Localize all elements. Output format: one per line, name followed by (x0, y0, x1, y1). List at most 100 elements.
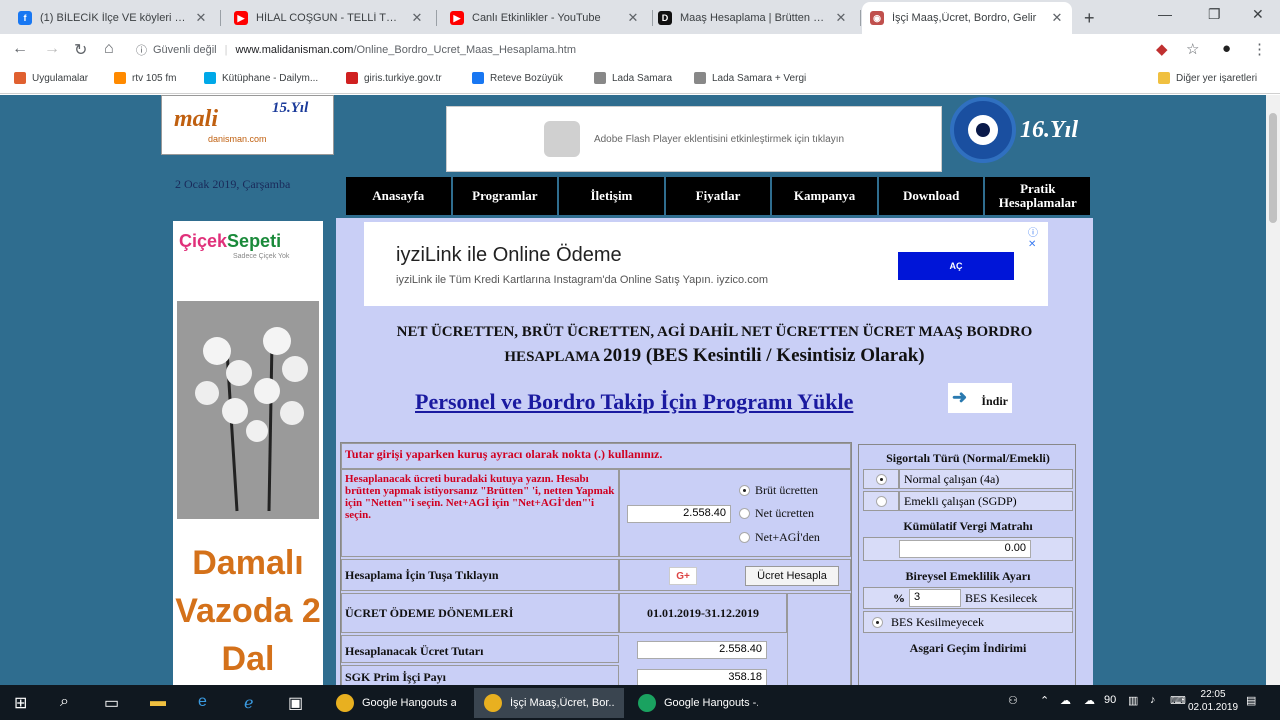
bookmark-item[interactable]: Lada Samara + Vergi (694, 72, 806, 84)
bookmark-item[interactable]: Reteve Bozüyük (472, 72, 563, 84)
ie-icon[interactable]: ℯ (244, 693, 253, 713)
download-program-link[interactable]: Personel ve Bordro Takip İçin Programı Y… (415, 389, 853, 415)
bookmark-item[interactable]: Uygulamalar (14, 72, 88, 84)
bookmark-icon (346, 72, 358, 84)
minimize-icon[interactable]: — (1158, 6, 1172, 22)
left-ad-banner[interactable]: ÇiçekSepeti Sadece Çiçek Yok Damalı Vazo… (173, 221, 323, 685)
task-view-icon[interactable]: ▭ (104, 693, 119, 713)
ad-tagline: Sadece Çiçek Yok (233, 253, 290, 260)
emekli-radio-box[interactable] (863, 491, 899, 511)
kumulatif-input[interactable]: 0.00 (899, 540, 1031, 558)
ad-title: iyziLink ile Online Ödeme (396, 244, 622, 266)
notifications-icon[interactable]: ▤ (1246, 694, 1256, 707)
nav-item-6[interactable]: Download (879, 177, 986, 215)
ad-headline: Damalı Vazoda 2 Dal (175, 544, 321, 678)
app-label: Google Hangouts -... (664, 697, 758, 709)
search-icon[interactable]: ⌕ (60, 693, 69, 711)
tab-title: HİLAL COŞGUN - TELLİ TURNA (256, 12, 404, 24)
tray-badge[interactable]: 90 (1104, 694, 1116, 706)
radio-brut-dot[interactable] (739, 485, 750, 496)
bes-kesilmeyecek-radio[interactable] (872, 617, 883, 628)
menu-icon[interactable]: ⋮ (1252, 40, 1267, 58)
nav-item-5[interactable]: Kampanya (772, 177, 879, 215)
tab-1[interactable]: f (1) BİLECİK İlçe VE köyleri da... ✕ (10, 2, 216, 34)
amount-input[interactable]: 2.558.40 (627, 505, 731, 523)
normal-radio[interactable] (876, 474, 887, 485)
tab-close-icon[interactable]: ✕ (194, 10, 208, 26)
bookmark-label: Kütüphane - Dailym... (222, 72, 319, 84)
site-logo[interactable]: mali 15.Yıl danisman.com (161, 95, 334, 155)
taskbar-clock[interactable]: 22:05 02.01.2019 (1188, 688, 1238, 714)
gplus-button[interactable]: G+ (669, 567, 697, 585)
maximize-icon[interactable]: ❐ (1208, 6, 1221, 23)
bookmark-star-icon[interactable]: ☆ (1186, 40, 1199, 58)
nav-item-7[interactable]: Pratik Hesaplamalar (985, 177, 1090, 215)
keyboard-icon[interactable]: ⌨ (1170, 694, 1186, 707)
ad-open-button[interactable]: AÇ (898, 252, 1014, 280)
emekli-radio[interactable] (876, 496, 887, 507)
iyzi-ad[interactable]: iyziLink ile Online Ödeme iyziLink ile T… (364, 222, 1048, 306)
sgk-input[interactable]: 358.18 (637, 669, 767, 685)
taskbar-app-1[interactable]: Google Hangouts a... (326, 688, 466, 718)
wage-input[interactable]: 2.558.40 (637, 641, 767, 659)
bookmark-item[interactable]: Lada Samara (594, 72, 672, 84)
bes-input[interactable]: 3 (909, 589, 961, 607)
nav-item-4[interactable]: Fiyatlar (666, 177, 773, 215)
taskbar-app-2[interactable]: İşçi Maaş,Ücret, Bor... (474, 688, 624, 718)
tab-close-icon[interactable]: ✕ (626, 10, 640, 26)
evil-eye-logo (950, 97, 1016, 163)
extension-icon[interactable]: ◆ (1156, 40, 1168, 58)
tab-4[interactable]: D Maaş Hesaplama | Brütten Ne... ✕ (650, 2, 856, 34)
bookmark-item[interactable]: Kütüphane - Dailym... (204, 72, 318, 84)
tab-3[interactable]: ▶ Canlı Etkinlikler - YouTube ✕ (442, 2, 648, 34)
other-bookmarks[interactable]: Diğer yer işaretleri (1158, 72, 1257, 84)
windows-start-icon[interactable]: ⊞ (14, 693, 27, 713)
new-tab-button[interactable]: + (1084, 8, 1095, 29)
instructions-text: Hesaplanacak ücreti buradaki kutuya yazı… (341, 469, 619, 557)
file-explorer-icon[interactable]: ▬ (150, 693, 166, 711)
tab-2[interactable]: ▶ HİLAL COŞGUN - TELLİ TURNA ✕ (226, 2, 432, 34)
bes-kesilmeyecek-label: BES Kesilmeyecek (891, 615, 984, 629)
tab-5[interactable]: ◉ İşçi Maaş,Ücret, Bordro, Gelir ✕ (862, 2, 1072, 34)
forward-icon[interactable]: → (44, 40, 60, 58)
heading-line2: HESAPLAMA 2019 (BES Kesintili / Kesintis… (336, 344, 1093, 369)
scroll-thumb[interactable] (1269, 113, 1277, 223)
bookmark-item[interactable]: rtv 105 fm (114, 72, 176, 84)
flash-placeholder[interactable]: Adobe Flash Player eklentisini etkinleşt… (446, 106, 942, 172)
page-scrollbar[interactable] (1266, 95, 1280, 685)
taskbar-app-3[interactable]: Google Hangouts -... (628, 688, 768, 718)
nav-item-1[interactable]: Anasayfa (346, 177, 453, 215)
volume-icon[interactable]: ♪ (1150, 694, 1156, 706)
radio-netagi[interactable]: Net+AGİ'den (739, 530, 820, 545)
nav-item-2[interactable]: Programlar (453, 177, 560, 215)
bookmark-item[interactable]: giris.turkiye.gov.tr (346, 72, 442, 84)
edge-icon[interactable]: e (198, 693, 207, 711)
reload-icon[interactable]: ↻ (74, 40, 87, 60)
cloud-icon[interactable]: ☁ (1084, 694, 1095, 707)
tab-close-icon[interactable]: ✕ (834, 10, 848, 26)
address-bar[interactable]: ⓘ Güvenli değil | www.malidanisman.com /… (136, 39, 1140, 61)
onedrive-icon[interactable]: ☁ (1060, 694, 1071, 707)
normal-radio-box[interactable] (863, 469, 899, 489)
tab-close-icon[interactable]: ✕ (410, 10, 424, 26)
close-window-icon[interactable]: ✕ (1252, 6, 1264, 23)
back-icon[interactable]: ← (12, 40, 28, 58)
tab-close-icon[interactable]: ✕ (1050, 10, 1064, 26)
radio-netagi-dot[interactable] (739, 532, 750, 543)
download-button[interactable]: ➜ İndir (948, 383, 1012, 413)
radio-net[interactable]: Net ücretten (739, 506, 814, 521)
profile-avatar[interactable]: ● (1222, 40, 1231, 57)
nav-item-3[interactable]: İletişim (559, 177, 666, 215)
radio-brut[interactable]: Brüt ücretten (739, 483, 818, 498)
ad-close-icon[interactable]: ⓘ ✕ (1028, 224, 1048, 250)
calculate-button[interactable]: Ücret Hesapla (745, 566, 839, 586)
kumulatif-title: Kümülatif Vergi Matrahı (903, 519, 1033, 533)
tray-chevron-icon[interactable]: ⌃ (1040, 694, 1049, 707)
home-icon[interactable]: ⌂ (104, 40, 114, 58)
network-icon[interactable]: ▥ (1128, 694, 1138, 707)
people-icon[interactable]: ⚇ (1008, 694, 1018, 707)
info-icon[interactable]: ⓘ (136, 42, 147, 58)
radio-net-dot[interactable] (739, 508, 750, 519)
store-icon[interactable]: ▣ (288, 693, 303, 713)
settings-panel: Sigortalı Türü (Normal/Emekli) Normal ça… (858, 444, 1076, 685)
